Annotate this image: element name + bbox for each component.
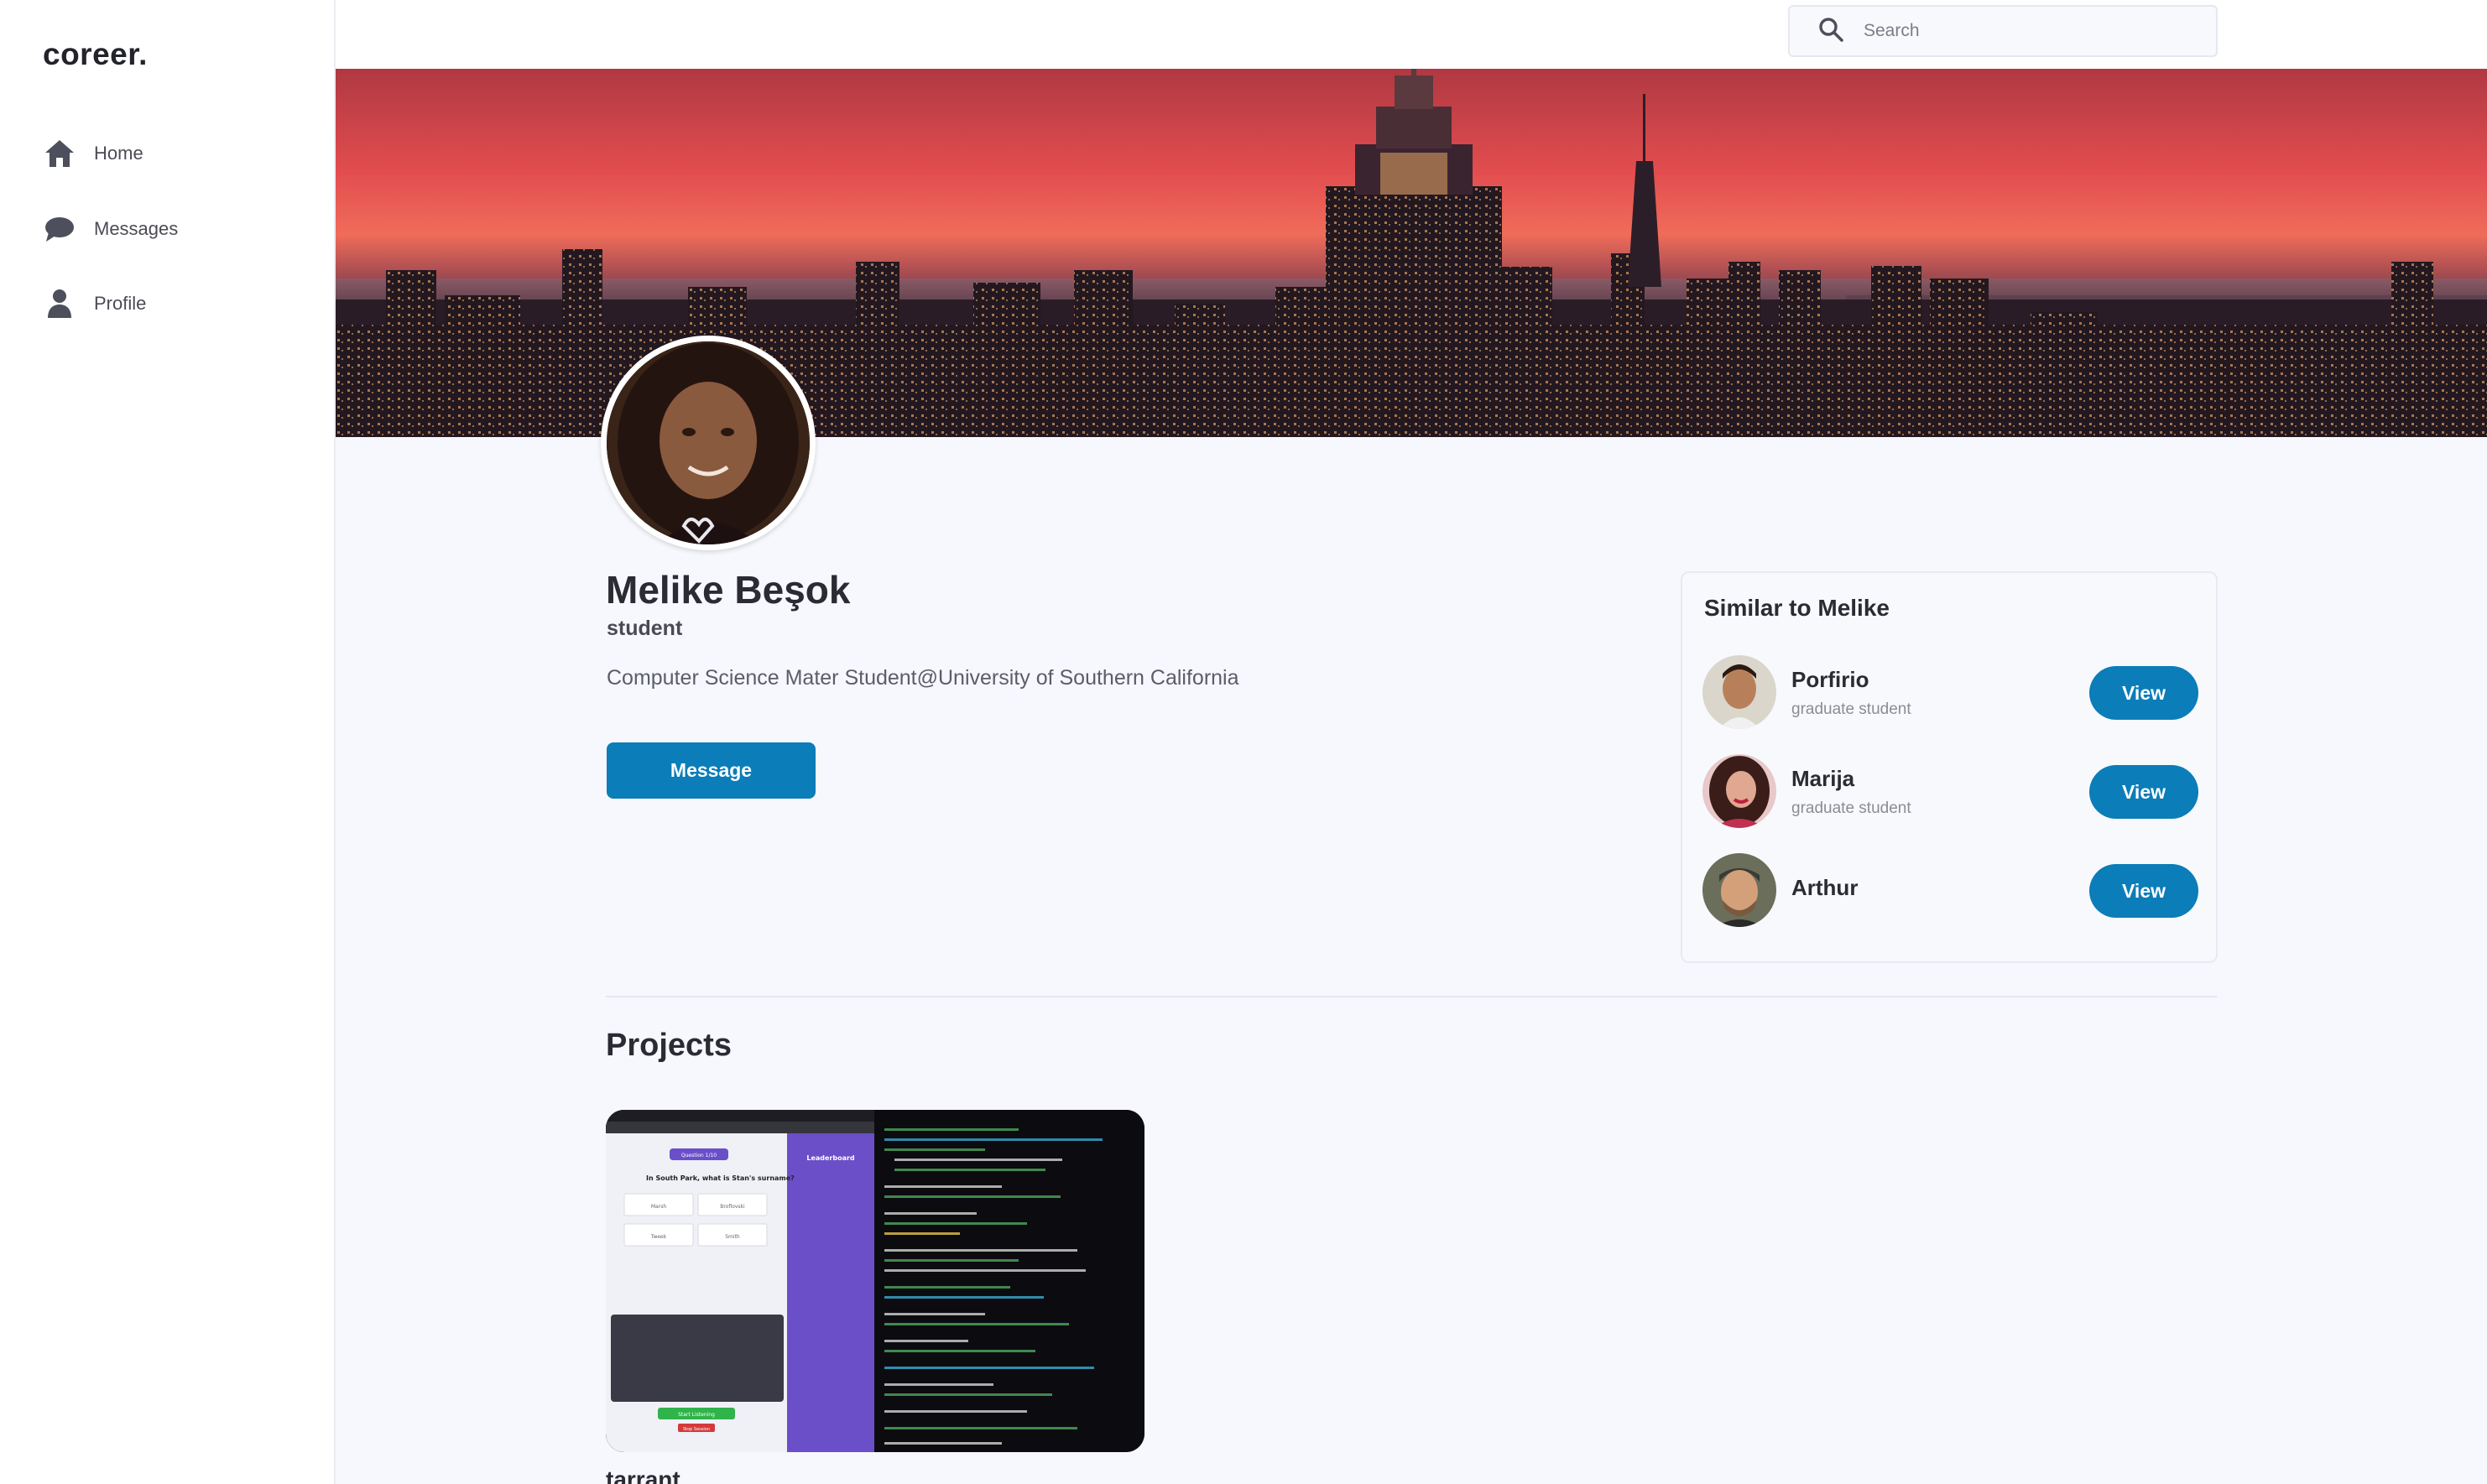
preview-answer: Broflovski	[720, 1204, 745, 1210]
sidebar-item-label: Messages	[94, 218, 179, 239]
preview-answer: Marsh	[651, 1204, 666, 1210]
preview-question: In South Park, what is Stan's surname?	[646, 1174, 795, 1182]
similar-person: Porfirio graduate student View	[1702, 655, 2199, 732]
chat-bubble-icon	[44, 213, 76, 245]
similar-title: Similar to Melike	[1704, 595, 1890, 621]
sidebar-item-messages[interactable]: Messages	[44, 206, 295, 253]
sidebar-item-profile[interactable]: Profile	[44, 280, 295, 327]
person-name: Arthur	[1791, 875, 1859, 900]
top-bar	[336, 0, 2487, 69]
search-input[interactable]	[1864, 21, 2199, 41]
preview-question-badge: Question 1/10	[681, 1153, 717, 1159]
preview-leaderboard: Leaderboard	[806, 1154, 855, 1162]
profile-role: student	[607, 617, 683, 640]
person-name: Marija	[1791, 766, 1855, 791]
person-name: Porfirio	[1791, 667, 1869, 692]
avatar[interactable]	[1702, 655, 1776, 729]
similar-profiles-card: Similar to Melike Porfirio graduate stud…	[1681, 571, 2218, 963]
view-button[interactable]: View	[2089, 666, 2198, 720]
profile-name: Melike Beşok	[606, 568, 851, 612]
search-icon	[1818, 17, 1843, 46]
view-button[interactable]: View	[2089, 765, 2198, 819]
projects-heading: Projects	[606, 1028, 732, 1063]
home-icon	[44, 138, 76, 169]
preview-stop-button: Stop Session	[683, 1427, 710, 1432]
message-button[interactable]: Message	[607, 742, 816, 799]
sidebar: coreer. Home Messages Profile	[0, 0, 336, 1484]
project-name[interactable]: tarrant	[606, 1466, 680, 1484]
avatar[interactable]	[1702, 853, 1776, 927]
profile-avatar	[601, 336, 816, 550]
sidebar-item-label: Home	[94, 143, 143, 164]
avatar[interactable]	[1702, 754, 1776, 828]
section-divider	[606, 996, 2218, 997]
person-role: graduate student	[1791, 799, 1911, 817]
similar-person: Marija graduate student View	[1702, 754, 2199, 831]
search-box[interactable]	[1788, 5, 2218, 57]
app-logo[interactable]: coreer.	[43, 37, 148, 72]
person-role: graduate student	[1791, 700, 1911, 718]
project-thumbnail[interactable]: In South Park, what is Stan's surname? Q…	[606, 1110, 1144, 1452]
view-button[interactable]: View	[2089, 864, 2198, 918]
preview-start-button: Start Listening	[678, 1412, 715, 1418]
user-icon	[44, 288, 76, 320]
preview-answer: Tweek	[650, 1234, 667, 1240]
sidebar-item-label: Profile	[94, 293, 147, 314]
similar-person: Arthur View	[1702, 853, 2199, 930]
profile-bio: Computer Science Mater Student@Universit…	[607, 666, 1239, 690]
sidebar-item-home[interactable]: Home	[44, 130, 295, 177]
preview-answer: Smith	[725, 1234, 740, 1240]
